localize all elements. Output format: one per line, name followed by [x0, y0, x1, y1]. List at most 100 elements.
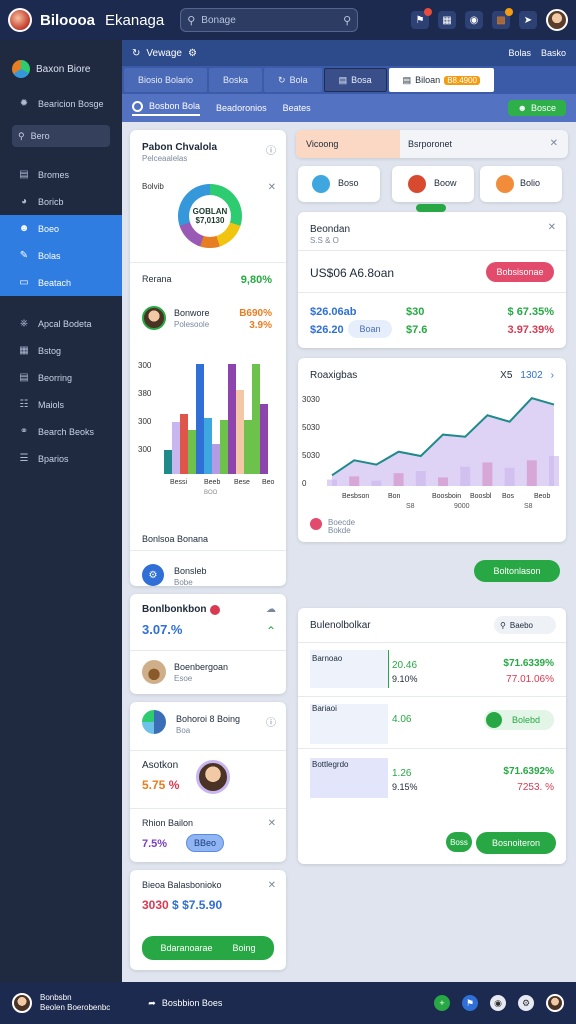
cart-icon: ⎈: [20, 318, 28, 329]
info-icon[interactable]: ⓘ: [266, 142, 276, 157]
sidebar-search-label: Bero: [30, 131, 50, 141]
tab-active[interactable]: Bosbon Bola: [132, 100, 201, 116]
tab-4[interactable]: ▤ Biloan B8.4900: [388, 68, 494, 92]
cta-button[interactable]: ☻ Bosce: [507, 100, 566, 116]
refresh-icon[interactable]: ↻: [132, 48, 140, 59]
search-bar[interactable]: ⚲ Bonage ⚲: [180, 8, 359, 32]
info-icon[interactable]: ⓘ: [266, 714, 276, 729]
subheader-link-2[interactable]: Basko: [541, 48, 566, 58]
tab-secondary-2[interactable]: Beadoronios: [216, 103, 267, 113]
cloud-icon[interactable]: ☁: [266, 604, 276, 615]
legend-dot-icon: [310, 518, 322, 530]
small-button[interactable]: Boss: [446, 832, 472, 852]
alert-title: Vicoong: [306, 139, 339, 149]
primary-button[interactable]: Boltonlason: [474, 560, 560, 582]
monitor-icon: ▭: [19, 277, 29, 288]
toggle-pill[interactable]: Bolebd: [484, 710, 554, 730]
notifications-icon[interactable]: ◉: [490, 995, 506, 1011]
sidebar-item-6[interactable]: ▭ Beatach: [0, 269, 122, 296]
tab-secondary-3[interactable]: Beates: [283, 103, 311, 113]
y-tick-label: 3030: [302, 395, 320, 404]
bookmark-icon[interactable]: ⚑: [462, 995, 478, 1011]
search-submit-icon[interactable]: ⚲: [343, 14, 351, 27]
tab-bar: Biosio Bolario Boska ↻ Bola ▤ Bosa ▤ Biloan…: [122, 66, 576, 94]
promo-button[interactable]: Bobsisonae: [486, 262, 554, 282]
sidebar-item-8[interactable]: ▦ Bstog: [0, 337, 122, 364]
app-subtitle: Ekanaga: [105, 11, 165, 29]
y-tick-label: 5030: [302, 423, 320, 432]
gear-icon[interactable]: ⚙: [188, 48, 197, 59]
tab-0[interactable]: Biosio Bolario: [124, 68, 208, 92]
sidebar-item-3[interactable]: ◕ Boricb: [0, 188, 122, 215]
table-cell-mid1: 1.26: [392, 768, 412, 779]
quick-action-2[interactable]: Bolio: [480, 166, 562, 202]
x-sub-label: BOO: [204, 490, 218, 496]
table-button[interactable]: Bosnoiteron: [476, 832, 556, 854]
profile-card: Bohoroi 8 Boing Boa ⓘ Asotkon 5.75 % Rhi…: [130, 702, 286, 862]
chart-range-label[interactable]: X5: [500, 370, 512, 381]
settings-icon[interactable]: ⚙: [518, 995, 534, 1011]
camera-icon[interactable]: ◉: [465, 11, 483, 29]
tab-2[interactable]: ↻ Bola: [264, 68, 322, 92]
sidebar-item-4[interactable]: ☻ Boeo: [0, 215, 122, 242]
x-tick-label: Boosbl: [470, 493, 492, 500]
notifications-icon[interactable]: ⚑: [411, 8, 432, 29]
promo-r2-pill[interactable]: Boan: [348, 320, 392, 338]
promo-sub: S.S & O: [310, 236, 339, 245]
close-icon[interactable]: ✕: [268, 818, 276, 829]
sidebar-item-label: Bolas: [38, 250, 61, 261]
sidebar-item-0[interactable]: ✹ Bearicion Bosge: [0, 90, 122, 117]
close-icon[interactable]: ✕: [268, 182, 276, 193]
x-tick-label: Bessi: [170, 479, 188, 486]
bottom-link[interactable]: ➦ Bosbbion Boes: [148, 998, 222, 1009]
sidebar-item-9[interactable]: ▤ Beorring: [0, 364, 122, 391]
sidebar-item-label: Bearicion Bosge: [38, 98, 104, 109]
sidebar-item-5[interactable]: ✎ Bolas: [0, 242, 122, 269]
profile-avatar[interactable]: [546, 994, 564, 1012]
promo-r2-c1: $26.20: [310, 324, 344, 336]
x-tick-label: Bos: [502, 493, 515, 500]
promo-r1-c3: $ 67.35%: [507, 306, 554, 318]
brand-logo: [8, 8, 32, 32]
quick-action-1[interactable]: Boow: [392, 166, 474, 202]
quick-action-0[interactable]: Boso: [298, 166, 380, 202]
tab-3[interactable]: ▤ Bosa: [323, 68, 387, 92]
sidebar-item-label: Bparios: [38, 453, 69, 464]
sidebar-item-10[interactable]: ☷ Maiols: [0, 391, 122, 418]
sidebar-item-7[interactable]: ⎈ Apcal Bodeta: [0, 310, 122, 337]
close-icon[interactable]: ✕: [548, 222, 556, 233]
row-pill[interactable]: BBeo: [186, 834, 224, 852]
sidebar-item-11[interactable]: ⚭ Bearch Beoks: [0, 418, 122, 445]
sidebar-item-2[interactable]: ▤ Bromes: [0, 161, 122, 188]
x-tick-label: Besbson: [342, 493, 369, 500]
search-input[interactable]: Bonage: [201, 15, 337, 26]
stat-value: 3.07.%: [142, 622, 183, 637]
chart-title: Roaxigbas: [310, 370, 358, 381]
table-cell-r2: 77.01.06%: [506, 674, 554, 685]
line-chart: 3030 5030 5030 0 Besbson Bon Boosboin Boosbl Bos…: [302, 395, 559, 510]
x-tick-label: Bese: [234, 479, 250, 486]
sidebar-search[interactable]: ⚲ Bero: [12, 125, 110, 147]
donut-value: $7,0130: [195, 216, 225, 225]
add-icon[interactable]: +: [434, 995, 450, 1011]
sidebar-item-label: Maiols: [38, 399, 65, 410]
calendar-icon[interactable]: ▩: [492, 8, 513, 29]
chevron-right-icon[interactable]: ›: [551, 370, 554, 381]
user-avatar[interactable]: [546, 9, 568, 31]
subheader-link-1[interactable]: Bolas: [508, 48, 531, 58]
promo-tab-indicator: [416, 204, 446, 212]
close-icon[interactable]: ✕: [268, 880, 276, 891]
secondary-tabs: Bosbon Bola Beadoronios Beates ☻ Bosce: [122, 94, 576, 122]
grid-icon[interactable]: ▦: [438, 11, 456, 29]
table-cell-mid2: 9.15%: [392, 782, 418, 792]
y-tick-label: 0: [302, 479, 307, 488]
promo-card: Beondan S.S & O ✕ US$06 A6.8oan Bobsison…: [298, 204, 566, 348]
close-icon[interactable]: ✕: [550, 138, 558, 149]
sidebar-item-12[interactable]: ☰ Bparios: [0, 445, 122, 472]
table-search[interactable]: ⚲ Baebo: [494, 616, 556, 634]
tab-1[interactable]: Boska: [209, 68, 263, 92]
user-avatar[interactable]: [12, 993, 32, 1013]
share-icon[interactable]: ➤: [519, 11, 537, 29]
payment-button[interactable]: Bdaranoarae Boing: [142, 936, 274, 960]
toggle-label: Bolebd: [512, 715, 541, 725]
